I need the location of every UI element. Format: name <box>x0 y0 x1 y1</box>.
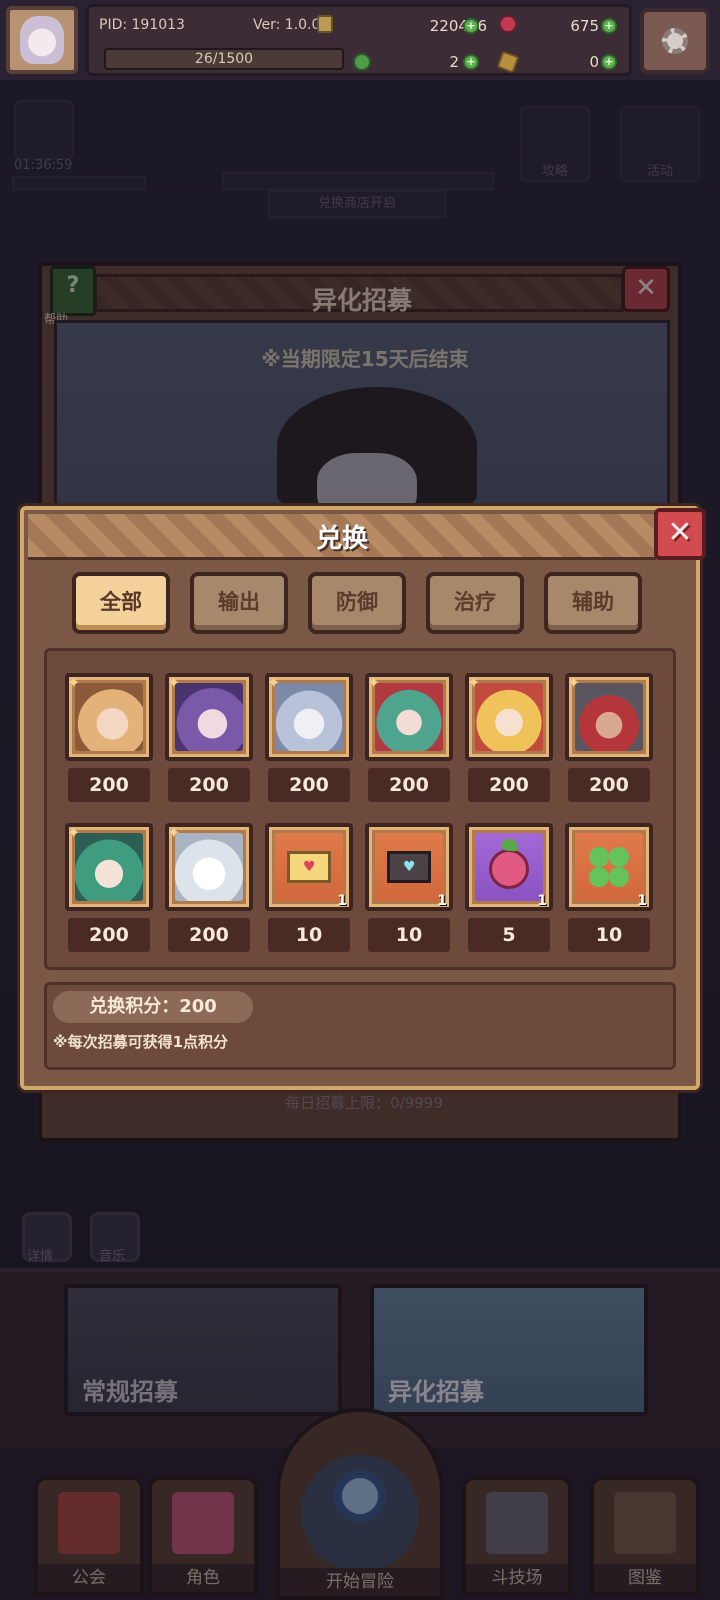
avatar-portrait <box>20 16 64 64</box>
clover-icon <box>353 53 371 71</box>
item-cost: 200 <box>265 765 353 805</box>
settings-button[interactable] <box>640 8 710 74</box>
exchange-item-hero-green-moon[interactable]: ✦ 200 <box>65 823 153 959</box>
item-quantity: 1 <box>437 893 447 909</box>
exchange-header: 兑换 <box>28 514 656 560</box>
exchange-title: 兑换 <box>315 524 368 554</box>
exchange-item-dark-letter[interactable]: ♥ 1 10 <box>365 823 453 959</box>
star-icon: ✦ <box>467 673 481 692</box>
item-cost: 200 <box>165 915 253 955</box>
star-icon: ✦ <box>267 673 281 692</box>
tab-defense[interactable]: 防御 <box>308 572 406 634</box>
exchange-item-hero-purple-hair[interactable]: ✦ 200 <box>165 673 253 809</box>
item-frame: 1 <box>465 823 553 911</box>
clover-count: 2 <box>449 53 459 71</box>
exchange-close-button[interactable]: ✕ <box>654 508 706 560</box>
tab-all[interactable]: 全部 <box>72 572 170 634</box>
item-cost: 5 <box>465 915 553 955</box>
item-cost: 200 <box>65 915 153 955</box>
star-icon: ✦ <box>67 673 81 692</box>
gear-icon <box>662 28 688 54</box>
yellow-letter-icon: ♥ <box>275 833 343 901</box>
star-icon: ✦ <box>67 823 81 842</box>
exchange-item-hero-green-hair[interactable]: ✦ 200 <box>365 673 453 809</box>
hero-blonde-twintail-portrait <box>475 683 543 751</box>
item-cost: 200 <box>65 765 153 805</box>
star-icon: ✦ <box>167 823 181 842</box>
exchange-item-hero-blonde-fox[interactable]: ✦ 200 <box>65 673 153 809</box>
add-key-icon[interactable]: + <box>601 54 617 70</box>
item-cost: 200 <box>365 765 453 805</box>
star-icon: ✦ <box>167 673 181 692</box>
hero-green-hair-portrait <box>375 683 443 751</box>
exchange-item-four-leaf-clover[interactable]: 1 10 <box>565 823 653 959</box>
four-leaf-clover-icon <box>575 833 643 901</box>
hero-white-dragon-portrait <box>275 683 343 751</box>
item-cost: 10 <box>565 915 653 955</box>
item-frame: ✦ <box>165 823 253 911</box>
item-cost: 10 <box>365 915 453 955</box>
add-gold-icon[interactable]: + <box>463 18 479 34</box>
item-quantity: 1 <box>637 893 647 909</box>
item-quantity: 1 <box>537 893 547 909</box>
exchange-item-yellow-letter[interactable]: ♥ 1 10 <box>265 823 353 959</box>
points-note: ※每次招募可获得1点积分 <box>53 1033 229 1051</box>
item-cost: 200 <box>465 765 553 805</box>
xp-bar: 26/1500 <box>104 48 344 70</box>
pink-fruit-icon <box>475 833 543 901</box>
close-icon: ✕ <box>667 515 693 550</box>
points-panel: 兑换积分：200 ※每次招募可获得1点积分 <box>44 982 676 1070</box>
item-frame: 1 <box>565 823 653 911</box>
hero-white-ghost-portrait <box>175 833 243 901</box>
item-quantity: 1 <box>337 893 347 909</box>
item-frame: ✦ <box>265 673 353 761</box>
item-frame: ♥ 1 <box>265 823 353 911</box>
tab-damage[interactable]: 输出 <box>190 572 288 634</box>
exchange-modal: 兑换 ✕ 全部 输出 防御 治疗 辅助 ✦ 200 ✦ 200 ✦ 200 ✦ 200 ✦ 200… <box>20 506 706 1090</box>
exchange-points: 兑换积分：200 <box>53 991 253 1023</box>
tab-healing[interactable]: 治疗 <box>426 572 524 634</box>
add-gem-icon[interactable]: + <box>601 18 617 34</box>
coin-icon <box>317 15 333 33</box>
player-id: PID: 191013 <box>99 17 185 33</box>
hero-grey-hat-portrait <box>575 683 643 751</box>
hero-green-moon-portrait <box>75 833 143 901</box>
exchange-item-hero-grey-hat[interactable]: ✦ 200 <box>565 673 653 809</box>
item-frame: ✦ <box>365 673 453 761</box>
item-cost: 200 <box>565 765 653 805</box>
xp-text: 26/1500 <box>194 51 254 67</box>
dark-letter-icon: ♥ <box>375 833 443 901</box>
add-clover-icon[interactable]: + <box>463 54 479 70</box>
exchange-item-pink-fruit[interactable]: 15 <box>465 823 553 959</box>
gem-icon <box>499 15 517 33</box>
item-cost: 10 <box>265 915 353 955</box>
item-frame: ✦ <box>565 673 653 761</box>
exchange-item-hero-blonde-twintail[interactable]: ✦ 200 <box>465 673 553 809</box>
star-icon: ✦ <box>567 673 581 692</box>
item-frame: ✦ <box>165 673 253 761</box>
exchange-item-hero-white-dragon[interactable]: ✦ 200 <box>265 673 353 809</box>
key-icon <box>496 50 520 74</box>
top-status-bar: PID: 191013 Ver: 1.0.0.0 220436 + 675 + … <box>0 0 720 80</box>
item-frame: ♥ 1 <box>365 823 453 911</box>
gem-amount: 675 <box>570 17 599 35</box>
star-icon: ✦ <box>367 673 381 692</box>
item-cost: 200 <box>165 765 253 805</box>
exchange-item-hero-white-ghost[interactable]: ✦ 200 <box>165 823 253 959</box>
item-frame: ✦ <box>65 673 153 761</box>
hero-purple-hair-portrait <box>175 683 243 751</box>
item-frame: ✦ <box>465 673 553 761</box>
hero-blonde-fox-portrait <box>75 683 143 751</box>
key-count: 0 <box>589 53 599 71</box>
item-frame: ✦ <box>65 823 153 911</box>
tab-support[interactable]: 辅助 <box>544 572 642 634</box>
exchange-item-grid: ✦ 200 ✦ 200 ✦ 200 ✦ 200 ✦ 200 ✦ 200 ✦ 200 ✦ 200 ♥ 1 10 ♥ 1 10… <box>44 648 676 970</box>
player-avatar[interactable] <box>6 6 78 74</box>
